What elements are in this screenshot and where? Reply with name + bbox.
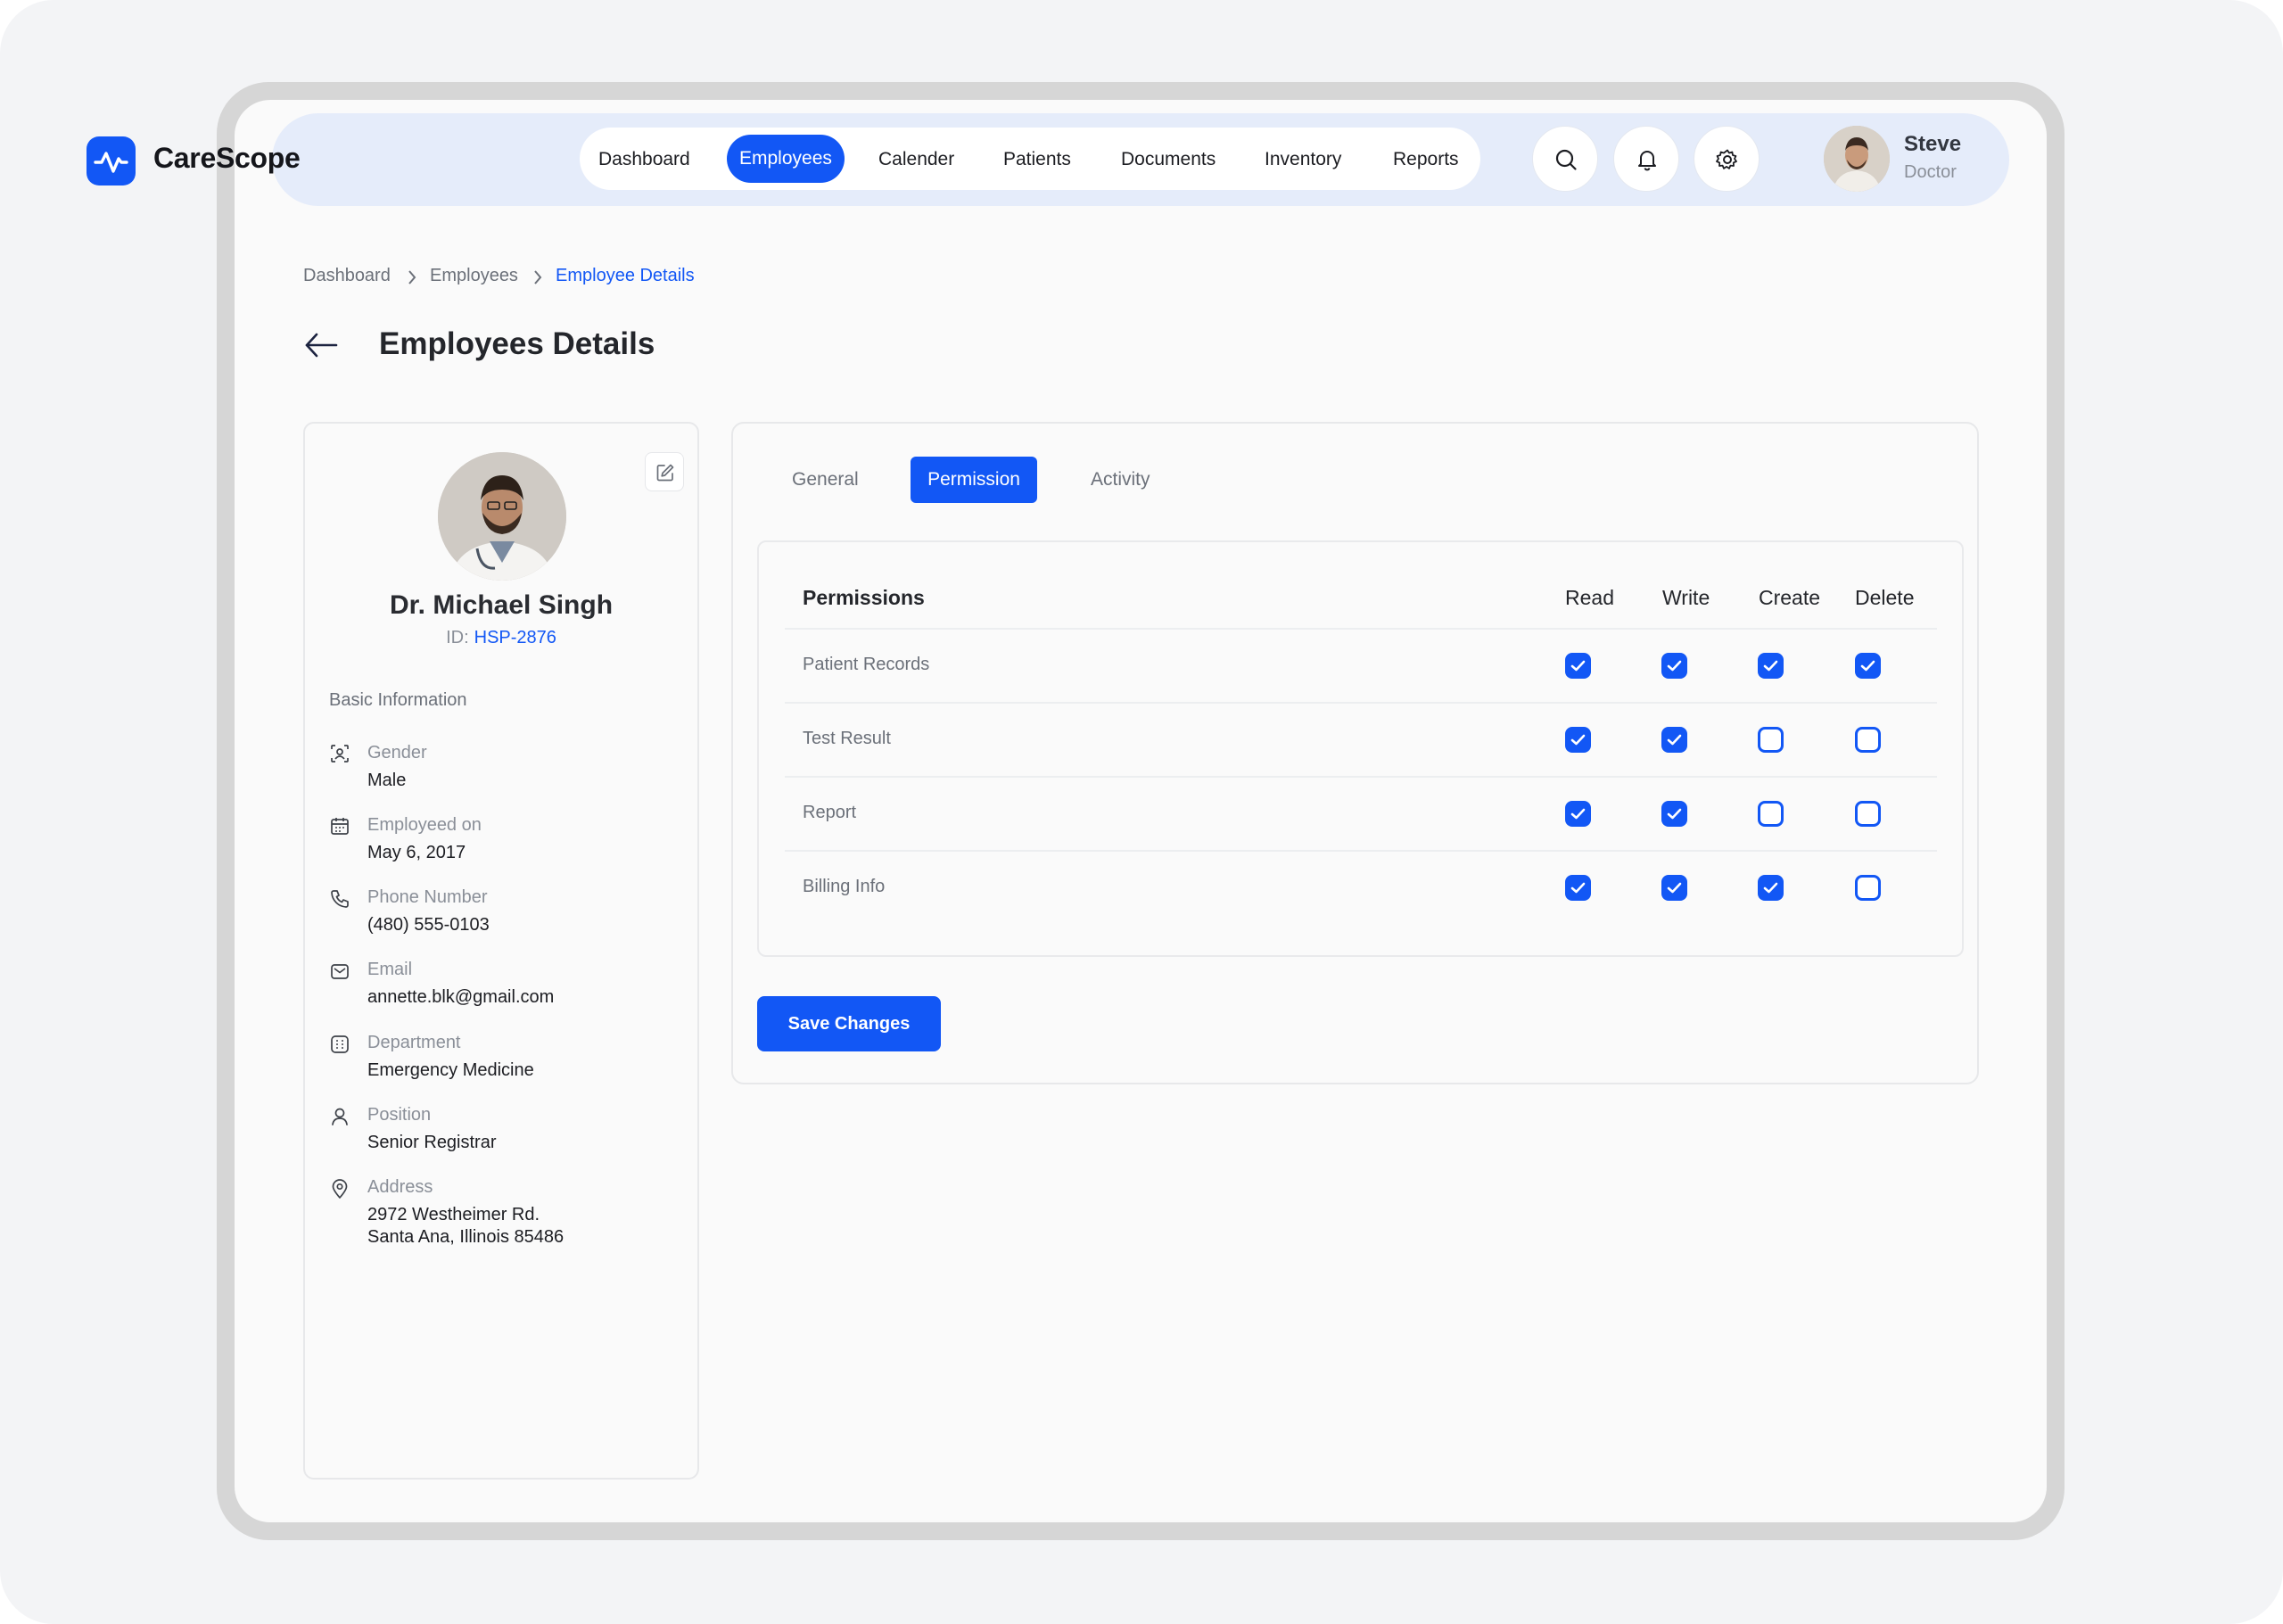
- gender-icon: [331, 745, 349, 763]
- user-role: Doctor: [1904, 162, 1957, 182]
- checkbox-patient-records-delete[interactable]: [1855, 653, 1881, 679]
- employee-id-label: ID:: [446, 628, 469, 647]
- employee-avatar: [438, 452, 566, 581]
- settings-button[interactable]: [1694, 126, 1760, 192]
- checkbox-billing-info-delete[interactable]: [1855, 875, 1881, 901]
- user-name[interactable]: Steve: [1904, 132, 1961, 157]
- breadcrumb-employees[interactable]: Employees: [430, 266, 518, 286]
- check-icon: [1667, 734, 1682, 746]
- email-label: Email: [367, 960, 413, 979]
- breadcrumb-employee-details: Employee Details: [556, 266, 695, 285]
- row-label-patient-records: Patient Records: [803, 655, 930, 674]
- check-icon: [1570, 808, 1586, 820]
- chevron-right-icon: [534, 270, 542, 284]
- edit-profile-button[interactable]: [645, 452, 684, 491]
- department-label: Department: [367, 1033, 461, 1052]
- save-changes-button[interactable]: Save Changes: [757, 996, 941, 1051]
- checkbox-test-result-read[interactable]: [1565, 727, 1591, 753]
- column-delete: Delete: [1855, 586, 1915, 609]
- check-icon: [1667, 882, 1682, 894]
- nav-item-inventory[interactable]: Inventory: [1265, 142, 1341, 177]
- logo-icon[interactable]: [87, 136, 136, 185]
- notifications-button[interactable]: [1613, 126, 1679, 192]
- user-avatar[interactable]: [1824, 126, 1890, 192]
- check-icon: [1570, 734, 1586, 746]
- column-write: Write: [1662, 586, 1710, 609]
- gender-label: Gender: [367, 743, 427, 763]
- tab-general[interactable]: General: [792, 457, 859, 503]
- checkbox-test-result-write[interactable]: [1661, 727, 1687, 753]
- nav-item-dashboard[interactable]: Dashboard: [598, 142, 690, 177]
- column-read: Read: [1565, 586, 1614, 609]
- tab-activity[interactable]: Activity: [1091, 457, 1150, 503]
- checkbox-billing-info-read[interactable]: [1565, 875, 1591, 901]
- check-icon: [1763, 882, 1778, 894]
- calendar-icon: [331, 818, 349, 835]
- row-divider: [785, 702, 1937, 704]
- nav-item-employees[interactable]: Employees: [727, 135, 845, 183]
- employee-id: ID: HSP-2876: [303, 628, 699, 648]
- checkbox-report-delete[interactable]: [1855, 801, 1881, 827]
- checkbox-test-result-delete[interactable]: [1855, 727, 1881, 753]
- address-line-2: Santa Ana, Illinois 85486: [367, 1227, 565, 1247]
- employee-name: Dr. Michael Singh: [389, 590, 614, 620]
- address-line-1: 2972 Westheimer Rd.: [367, 1205, 540, 1224]
- checkbox-billing-info-create[interactable]: [1758, 875, 1784, 901]
- permissions-header: Permissions: [803, 586, 925, 609]
- search-button[interactable]: [1532, 126, 1598, 192]
- employee-id-value[interactable]: HSP-2876: [474, 628, 556, 647]
- checkbox-report-create[interactable]: [1758, 801, 1784, 827]
- search-icon: [1555, 149, 1577, 170]
- checkbox-billing-info-write[interactable]: [1661, 875, 1687, 901]
- checkbox-patient-records-read[interactable]: [1565, 653, 1591, 679]
- check-icon: [1570, 882, 1586, 894]
- row-label-billing-info: Billing Info: [803, 877, 886, 896]
- row-divider: [785, 850, 1937, 852]
- employed-on-value: May 6, 2017: [367, 843, 466, 862]
- column-create: Create: [1759, 586, 1821, 609]
- nav-item-documents[interactable]: Documents: [1121, 142, 1216, 177]
- position-label: Position: [367, 1105, 432, 1125]
- chevron-right-icon: [408, 270, 416, 284]
- page-title: Employees Details: [379, 326, 655, 361]
- breadcrumb-dashboard[interactable]: Dashboard: [303, 266, 391, 286]
- checkbox-patient-records-write[interactable]: [1661, 653, 1687, 679]
- gear-icon: [1716, 149, 1737, 169]
- check-icon: [1667, 660, 1682, 672]
- checkbox-report-write[interactable]: [1661, 801, 1687, 827]
- nav-item-reports[interactable]: Reports: [1393, 142, 1459, 177]
- check-icon: [1667, 808, 1682, 820]
- phone-value: (480) 555-0103: [367, 915, 490, 935]
- row-divider: [785, 628, 1937, 630]
- tab-permission[interactable]: Permission: [911, 457, 1037, 503]
- row-divider: [785, 776, 1937, 778]
- brand-name[interactable]: CareScope: [153, 142, 301, 175]
- location-icon: [332, 1179, 348, 1199]
- bell-icon: [1638, 151, 1656, 171]
- person-icon: [332, 1108, 348, 1125]
- phone-icon: [331, 890, 349, 908]
- position-value: Senior Registrar: [367, 1133, 497, 1152]
- check-icon: [1570, 660, 1586, 672]
- nav-item-patients[interactable]: Patients: [1003, 142, 1071, 177]
- basic-info-heading: Basic Information: [329, 690, 467, 710]
- edit-icon: [656, 464, 674, 482]
- check-icon: [1860, 660, 1875, 672]
- employed-on-label: Employeed on: [367, 815, 482, 835]
- back-arrow-icon[interactable]: [303, 330, 339, 360]
- check-icon: [1763, 660, 1778, 672]
- checkbox-test-result-create[interactable]: [1758, 727, 1784, 753]
- gender-value: Male: [367, 771, 407, 790]
- phone-label: Phone Number: [367, 887, 488, 907]
- email-value[interactable]: annette.blk@gmail.com: [367, 987, 554, 1008]
- row-label-test-result: Test Result: [803, 729, 891, 748]
- checkbox-report-read[interactable]: [1565, 801, 1591, 827]
- checkbox-patient-records-create[interactable]: [1758, 653, 1784, 679]
- mail-icon: [331, 964, 349, 979]
- nav-item-calender[interactable]: Calender: [878, 142, 954, 177]
- building-icon: [331, 1035, 349, 1053]
- address-label: Address: [367, 1177, 433, 1197]
- department-value: Emergency Medicine: [367, 1060, 534, 1080]
- row-label-report: Report: [803, 803, 857, 822]
